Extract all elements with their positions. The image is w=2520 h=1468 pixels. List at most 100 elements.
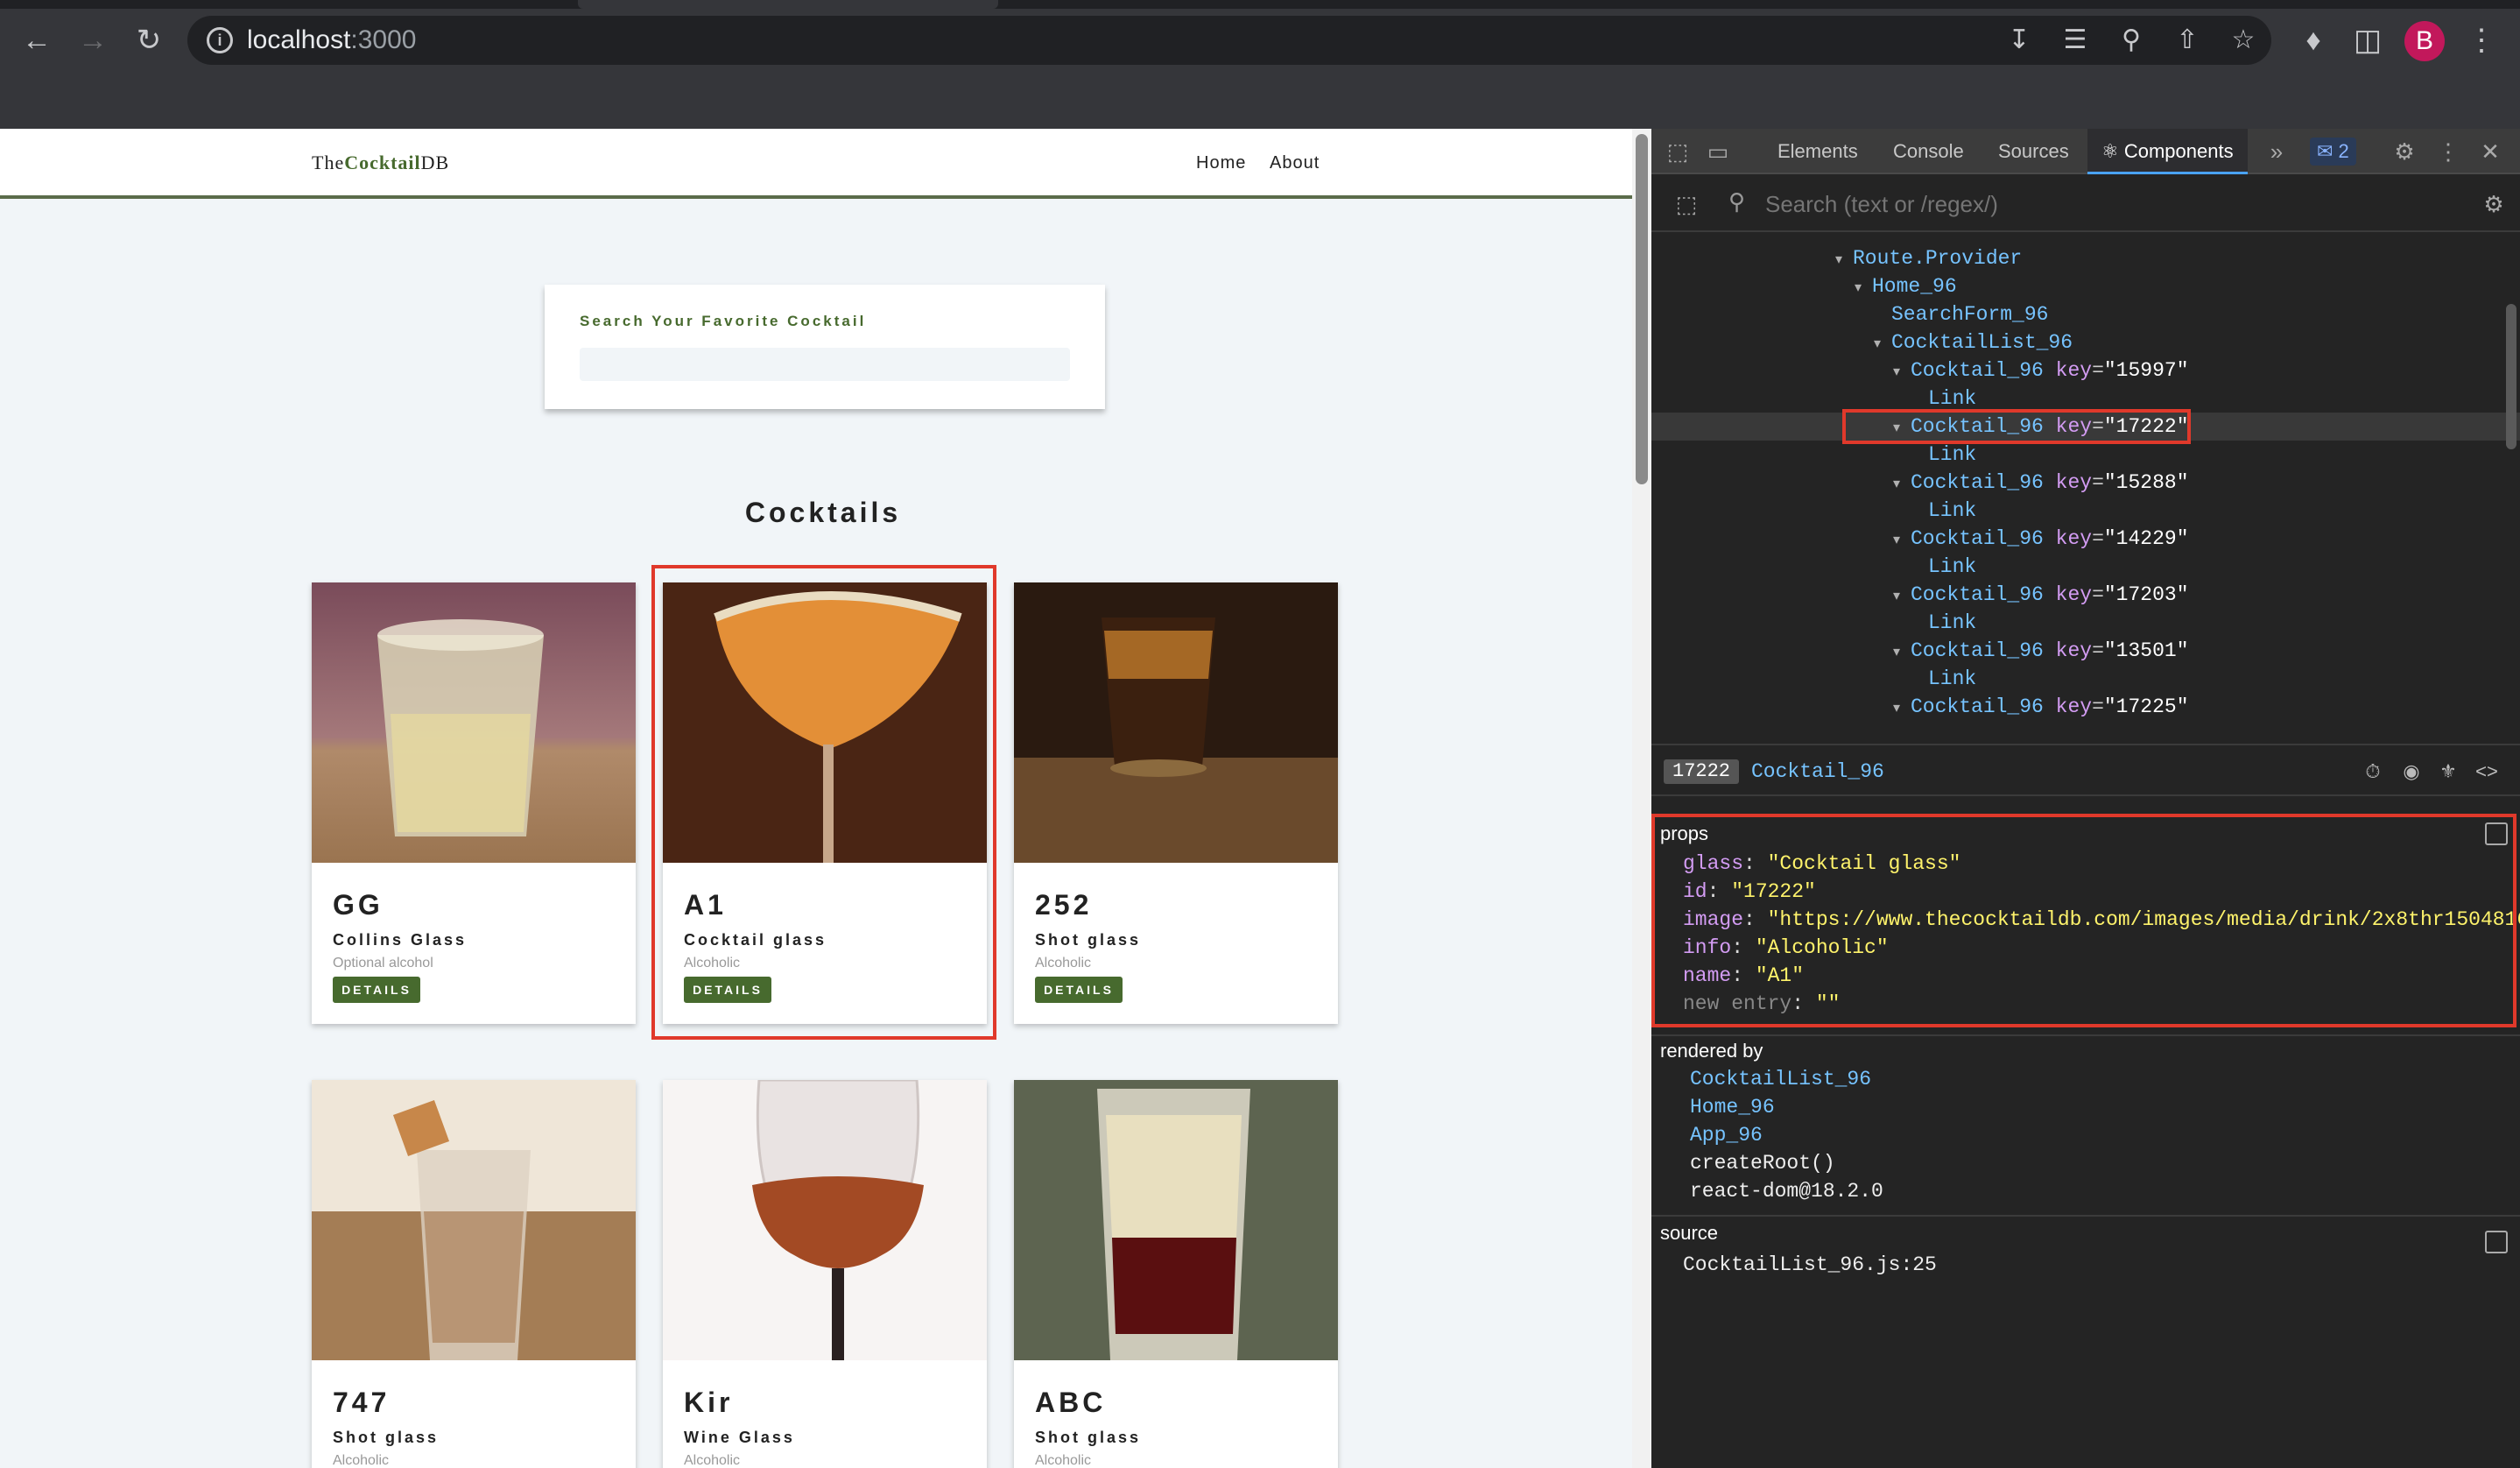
menu-kebab-icon[interactable]: ⋮ <box>2462 21 2501 60</box>
cocktail-glass: Wine Glass <box>684 1429 795 1446</box>
cocktail-image <box>1014 582 1338 863</box>
details-button[interactable]: DETAILS <box>333 977 420 1003</box>
translate-icon[interactable]: ☰ <box>2056 21 2094 60</box>
zoom-out-icon[interactable]: ⚲ <box>2112 21 2150 60</box>
tree-node[interactable]: ▾ Cocktail_96 key="13501" <box>1651 637 2520 665</box>
tree-node[interactable]: Link <box>1651 553 2520 581</box>
cocktail-info: Optional alcohol <box>333 956 433 970</box>
divider <box>1651 1215 2520 1217</box>
search-form: Search Your Favorite Cocktail <box>545 285 1105 409</box>
side-panel-icon[interactable]: ◫ <box>2348 21 2387 60</box>
devtools-menu-icon[interactable]: ⋮ <box>2432 136 2464 167</box>
cocktail-info: Alcoholic <box>1035 1453 1092 1468</box>
more-tabs-icon[interactable]: » <box>2261 136 2292 167</box>
selected-component-bar: 17222 Cocktail_96 ⏱ ◉ ⚜ <> <box>1651 744 2520 796</box>
search-input[interactable] <box>1765 190 2466 218</box>
highlight-annotation <box>1842 409 2191 444</box>
divider <box>1651 1034 2520 1036</box>
url-text[interactable]: localhost:3000 <box>247 27 416 53</box>
owner-link[interactable]: Home_96 <box>1690 1096 1775 1124</box>
tree-node[interactable]: SearchForm_96 <box>1651 300 2520 328</box>
cocktail-glass: Shot glass <box>1035 1429 1142 1446</box>
tree-node[interactable]: ▾ Route.Provider <box>1651 244 2520 272</box>
tab-elements[interactable]: Elements <box>1777 129 1858 174</box>
component-settings-icon[interactable]: ⚙ <box>2478 188 2509 220</box>
cocktail-card: 252 Shot glass Alcoholic DETAILS <box>1014 582 1338 1024</box>
device-toolbar-icon[interactable]: ▭ <box>1702 136 1734 167</box>
tree-node[interactable]: Link <box>1651 609 2520 637</box>
page-scrollbar-thumb[interactable] <box>1636 134 1648 484</box>
source-location[interactable]: CocktailList_96.js:25 <box>1683 1253 1937 1281</box>
stopwatch-icon[interactable]: ⏱ <box>2359 758 2387 786</box>
site-navbar: TheCocktailDB Home About <box>0 129 1632 199</box>
tree-node[interactable]: ▾ Cocktail_96 key="17225" <box>1651 693 2520 721</box>
install-icon[interactable]: ↧ <box>2000 21 2038 60</box>
close-icon[interactable]: ✕ <box>2474 136 2506 167</box>
share-icon[interactable]: ⇧ <box>2168 21 2207 60</box>
profile-avatar[interactable]: B <box>2404 21 2445 61</box>
eye-icon[interactable]: ◉ <box>2397 758 2425 786</box>
component-tree: ▾ Route.Provider ▾ Home_96 SearchForm_96 ▾… <box>1651 234 2520 742</box>
code-icon[interactable]: <> <box>2473 758 2501 786</box>
site-logo[interactable]: TheCocktailDB <box>312 152 449 174</box>
owner-link[interactable]: CocktailList_96 <box>1690 1068 1871 1096</box>
tree-node[interactable]: ▾ Cocktail_96 key="15997" <box>1651 356 2520 385</box>
tree-scrollbar-thumb[interactable] <box>2506 304 2516 449</box>
tab-sources[interactable]: Sources <box>1998 129 2069 174</box>
section-title: Cocktails <box>744 497 902 528</box>
cocktail-name: 747 <box>333 1387 391 1418</box>
forward-icon[interactable]: → <box>74 21 112 60</box>
copy-icon[interactable] <box>2485 1231 2508 1253</box>
owner-text: react-dom@18.2.0 <box>1690 1180 1883 1203</box>
cocktail-card: ABC Shot glass Alcoholic DETAILS <box>1014 1080 1338 1468</box>
highlight-annotation <box>1651 814 2516 1027</box>
page-scrollbar[interactable] <box>1632 129 1651 1468</box>
cocktail-name: Kir <box>684 1387 734 1418</box>
owner-text: createRoot() <box>1690 1152 1835 1175</box>
devtools-tabbar: ⬚ ▭ Elements Console Sources ⚛ Component… <box>1651 129 2520 174</box>
cocktail-info: Alcoholic <box>1035 956 1092 970</box>
cocktail-glass: Shot glass <box>333 1429 440 1446</box>
search-label: Search Your Favorite Cocktail <box>580 313 867 329</box>
tree-node[interactable]: Link <box>1651 441 2520 469</box>
tree-node[interactable]: ▾ Cocktail_96 key="17203" <box>1651 581 2520 609</box>
components-search-bar: ⬚ ⚲ ⚙ <box>1651 176 2520 232</box>
tree-node[interactable]: ▾ CocktailList_96 <box>1651 328 2520 356</box>
bug-icon[interactable]: ⚜ <box>2434 758 2462 786</box>
back-icon[interactable]: ← <box>18 21 56 60</box>
extensions-icon[interactable]: ♦ <box>2294 21 2333 60</box>
search-input[interactable] <box>580 348 1070 381</box>
settings-gear-icon[interactable]: ⚙ <box>2389 136 2420 167</box>
browser-tab[interactable] <box>578 0 998 9</box>
cocktail-name: ABC <box>1035 1387 1107 1418</box>
rendered-by-title: rendered by <box>1660 1040 1763 1062</box>
nav-home-link[interactable]: Home <box>1196 153 1246 173</box>
tree-node[interactable]: Link <box>1651 665 2520 693</box>
browser-toolbar: ← → ↻ i localhost:3000 ↧ ☰ ⚲ ⇧ ☆ ♦ ◫ B ⋮ <box>0 0 2520 129</box>
site-info-icon[interactable]: i <box>207 27 233 53</box>
source-title: source <box>1660 1222 1719 1244</box>
cocktail-card: 747 Shot glass Alcoholic DETAILS <box>312 1080 636 1468</box>
tree-node[interactable]: ▾ Cocktail_96 key="14229" <box>1651 525 2520 553</box>
tab-console[interactable]: Console <box>1893 129 1964 174</box>
details-button[interactable]: DETAILS <box>1035 977 1123 1003</box>
reload-icon[interactable]: ↻ <box>130 21 168 60</box>
select-component-icon[interactable]: ⬚ <box>1671 188 1702 220</box>
cocktail-image <box>1014 1080 1338 1360</box>
highlight-annotation <box>651 565 996 1040</box>
cocktail-name: 252 <box>1035 889 1093 921</box>
tree-node[interactable]: Link <box>1651 497 2520 525</box>
issues-badge[interactable]: ✉ 2 <box>2310 138 2356 166</box>
inspect-element-icon[interactable]: ⬚ <box>1662 136 1693 167</box>
tree-node[interactable]: ▾ Cocktail_96 key="15288" <box>1651 469 2520 497</box>
address-bar[interactable]: i localhost:3000 <box>187 16 2271 65</box>
tree-node[interactable]: ▾ Home_96 <box>1651 272 2520 300</box>
cocktail-glass: Shot glass <box>1035 931 1142 949</box>
search-icon: ⚲ <box>1728 188 1746 215</box>
owner-link[interactable]: App_96 <box>1690 1124 1763 1152</box>
tab-components[interactable]: ⚛ Components <box>2087 129 2248 174</box>
nav-about-link[interactable]: About <box>1270 153 1320 173</box>
bookmark-star-icon[interactable]: ☆ <box>2224 21 2263 60</box>
selected-component-name: Cocktail_96 <box>1751 760 1884 783</box>
cocktail-name: GG <box>333 889 384 921</box>
